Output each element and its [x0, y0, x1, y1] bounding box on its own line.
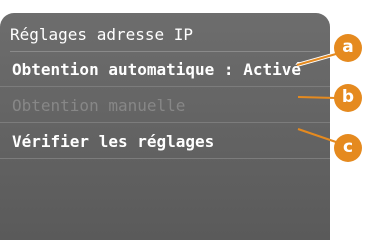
screen-title: Réglages adresse IP	[10, 19, 320, 52]
menu-item-automatic[interactable]: Obtention automatique : Activé	[0, 53, 330, 87]
callout-badge-a: a	[334, 34, 362, 62]
menu-item-manual: Obtention manuelle	[0, 89, 330, 123]
device-screen: Réglages adresse IP Obtention automatiqu…	[0, 13, 330, 240]
callout-badge-b: b	[334, 84, 362, 112]
callout-badge-c: c	[334, 134, 362, 162]
menu-item-check-settings[interactable]: Vérifier les réglages	[0, 125, 330, 159]
